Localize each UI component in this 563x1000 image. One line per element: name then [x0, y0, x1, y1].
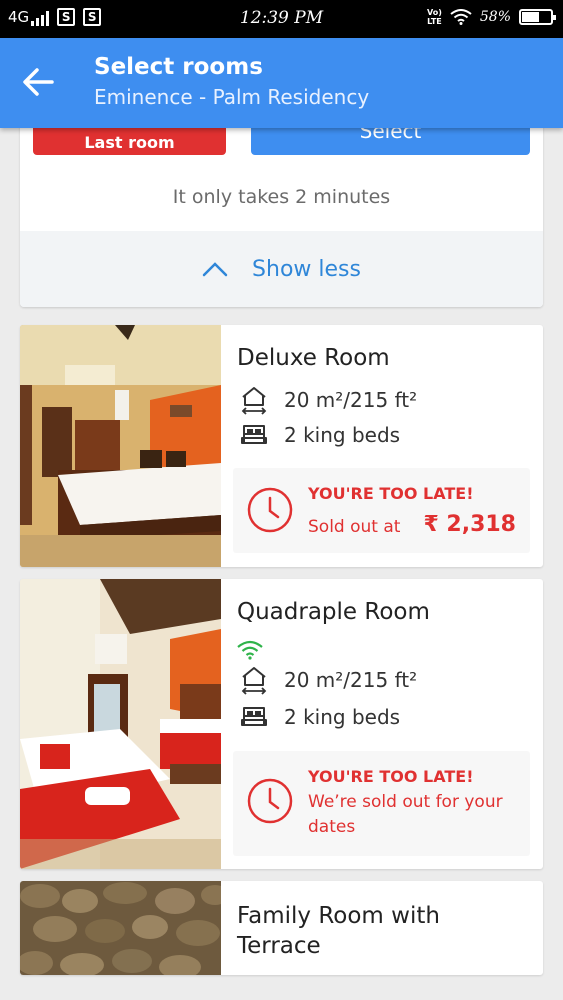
sold-out-box: YOU'RE TOO LATE! Sold out at ₹ 2,318 [233, 468, 530, 553]
chevron-up-icon [202, 262, 228, 277]
room-photo[interactable] [20, 881, 221, 975]
wifi-icon [450, 9, 472, 25]
room-options-panel: Last room Select It only takes 2 minutes… [20, 110, 543, 307]
status-right: Vo) LTE 58% [426, 8, 556, 26]
room-photo[interactable] [20, 579, 221, 869]
hotel-name: Eminence - Palm Residency [94, 85, 370, 109]
clock-icon [247, 778, 293, 824]
show-less-label: Show less [252, 256, 361, 282]
too-late-title: YOU'RE TOO LATE! [308, 484, 474, 503]
sold-out-text: Sold out at [308, 517, 401, 537]
room-beds-text: 2 king beds [284, 423, 401, 447]
battery-icon [519, 9, 556, 25]
sold-out-text: We’re sold out for your dates [308, 792, 503, 837]
room-beds-text: 2 king beds [284, 705, 401, 729]
room-title: Family Room with Terrace [237, 903, 440, 959]
show-less-button[interactable]: Show less [20, 231, 543, 307]
bed-icon [241, 425, 267, 444]
status-bar: 4G S S 12:39 PM Vo) LTE 58% [0, 0, 563, 38]
battery-percent: 58% [479, 9, 511, 25]
room-photo[interactable] [20, 325, 221, 567]
room-title: Quadraple Room [237, 599, 430, 625]
volte-icon: Vo) LTE [426, 8, 442, 26]
room-size-text: 20 m²/215 ft² [284, 668, 418, 692]
sold-out-box: YOU'RE TOO LATE! We’re sold out for your… [233, 751, 530, 856]
room-size-icon [241, 667, 267, 695]
clock-icon [247, 487, 293, 533]
room-beds: 2 king beds [240, 705, 400, 729]
room-card-family[interactable]: Family Room with Terrace [20, 881, 543, 975]
wifi-icon [237, 640, 263, 660]
back-arrow-icon[interactable] [20, 64, 56, 100]
app-bar: Select rooms Eminence - Palm Residency [0, 38, 563, 128]
room-beds: 2 king beds [240, 423, 400, 447]
battery-fill [522, 12, 540, 22]
room-title: Deluxe Room [237, 345, 390, 371]
bed-icon [241, 707, 267, 726]
room-size-text: 20 m²/215 ft² [284, 388, 418, 412]
room-card-quadraple[interactable]: Quadraple Room 20 m²/215 ft² 2 king beds… [20, 579, 543, 869]
room-size: 20 m²/215 ft² [240, 665, 417, 695]
room-size: 20 m²/215 ft² [240, 385, 417, 415]
page-title: Select rooms [94, 54, 263, 80]
room-size-icon [241, 387, 267, 415]
too-late-title: YOU'RE TOO LATE! [308, 767, 474, 786]
room-price: ₹ 2,318 [423, 512, 516, 537]
takes-minutes-text: It only takes 2 minutes [172, 186, 391, 208]
room-card-deluxe[interactable]: Deluxe Room 20 m²/215 ft² 2 king beds YO… [20, 325, 543, 567]
